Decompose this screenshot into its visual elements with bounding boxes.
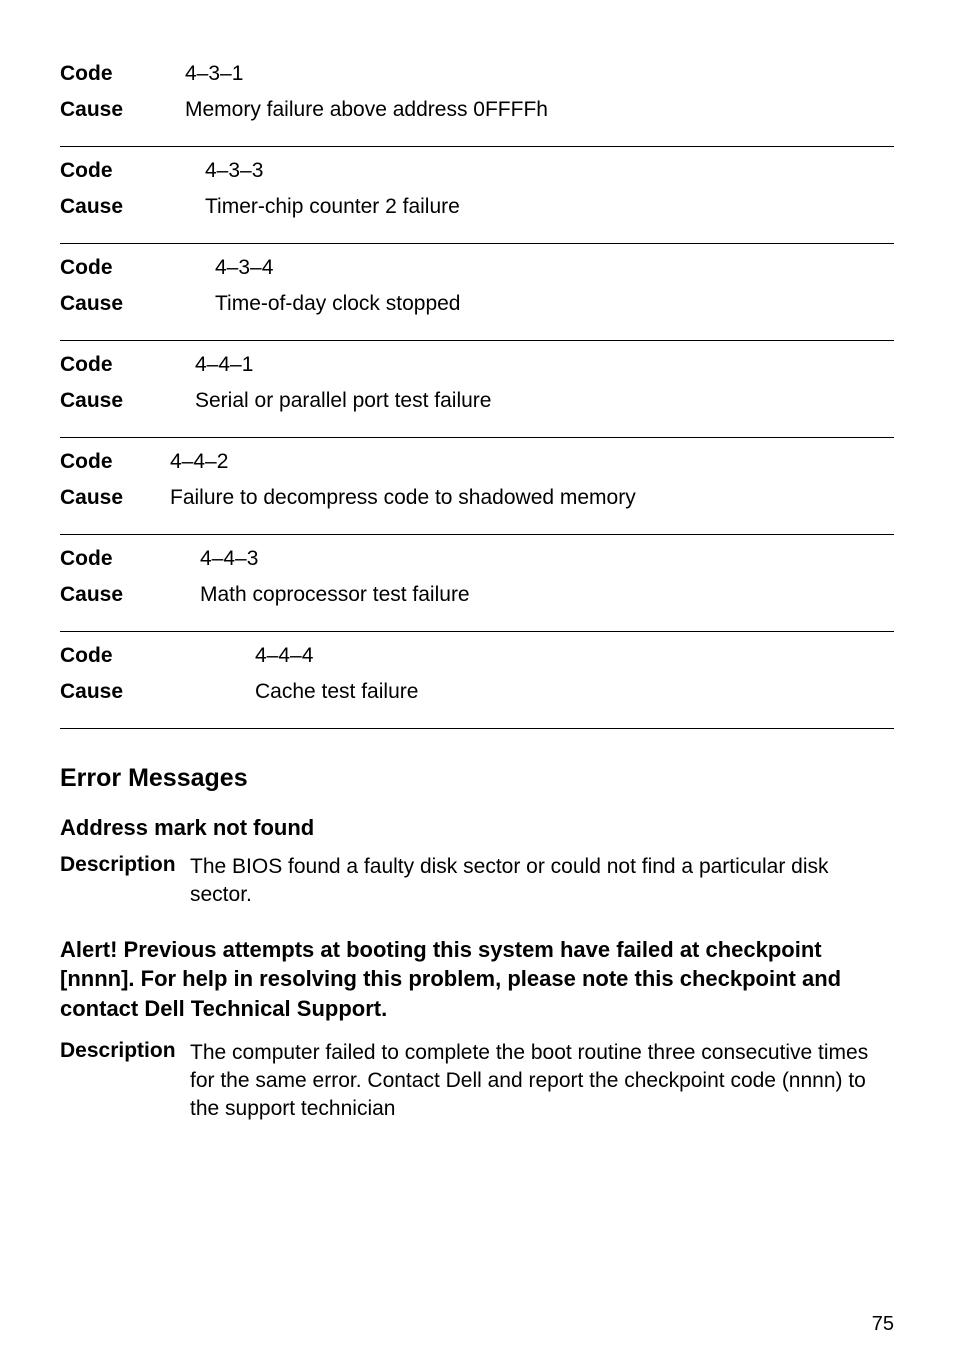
code-value: 4–4–2 — [170, 450, 228, 474]
code-value: 4–4–1 — [170, 353, 253, 377]
section-heading: Error Messages — [60, 764, 894, 793]
code-label: Code — [60, 256, 170, 280]
code-label: Code — [60, 644, 170, 668]
code-label: Code — [60, 547, 170, 571]
description-label: Description — [60, 853, 190, 910]
beep-code-table: Code 4–3–1 Cause Memory failure above ad… — [60, 50, 894, 729]
description-text: The computer failed to complete the boot… — [190, 1039, 894, 1124]
cause-label: Cause — [60, 680, 170, 704]
cause-label: Cause — [60, 583, 170, 607]
description-text: The BIOS found a faulty disk sector or c… — [190, 853, 894, 910]
cause-value: Memory failure above address 0FFFFh — [170, 98, 548, 122]
cause-value: Cache test failure — [170, 680, 418, 704]
code-value: 4–3–3 — [170, 159, 263, 183]
code-entry: Code 4–4–2 Cause Failure to decompress c… — [60, 438, 894, 534]
description-row: Description The computer failed to compl… — [60, 1039, 894, 1124]
code-value: 4–3–4 — [170, 256, 273, 280]
code-entry: Code 4–3–4 Cause Time-of-day clock stopp… — [60, 244, 894, 340]
cause-label: Cause — [60, 292, 170, 316]
code-entry: Code 4–4–1 Cause Serial or parallel port… — [60, 341, 894, 437]
code-label: Code — [60, 450, 170, 474]
code-label: Code — [60, 159, 170, 183]
cause-value: Serial or parallel port test failure — [170, 389, 491, 413]
divider — [60, 728, 894, 729]
cause-value: Math coprocessor test failure — [170, 583, 470, 607]
code-label: Code — [60, 62, 170, 86]
code-entry: Code 4–3–1 Cause Memory failure above ad… — [60, 50, 894, 146]
page-number: 75 — [872, 1313, 894, 1336]
code-value: 4–4–3 — [170, 547, 258, 571]
cause-value: Time-of-day clock stopped — [170, 292, 461, 316]
error-title: Alert! Previous attempts at booting this… — [60, 935, 894, 1024]
code-entry: Code 4–3–3 Cause Timer-chip counter 2 fa… — [60, 147, 894, 243]
code-value: 4–3–1 — [170, 62, 243, 86]
cause-label: Cause — [60, 389, 170, 413]
description-label: Description — [60, 1039, 190, 1124]
cause-label: Cause — [60, 98, 170, 122]
cause-label: Cause — [60, 486, 170, 510]
cause-label: Cause — [60, 195, 170, 219]
error-title: Address mark not found — [60, 815, 894, 841]
code-entry: Code 4–4–4 Cause Cache test failure — [60, 632, 894, 728]
cause-value: Timer-chip counter 2 failure — [170, 195, 460, 219]
description-row: Description The BIOS found a faulty disk… — [60, 853, 894, 910]
code-entry: Code 4–4–3 Cause Math coprocessor test f… — [60, 535, 894, 631]
code-label: Code — [60, 353, 170, 377]
code-value: 4–4–4 — [170, 644, 313, 668]
cause-value: Failure to decompress code to shadowed m… — [170, 486, 636, 510]
